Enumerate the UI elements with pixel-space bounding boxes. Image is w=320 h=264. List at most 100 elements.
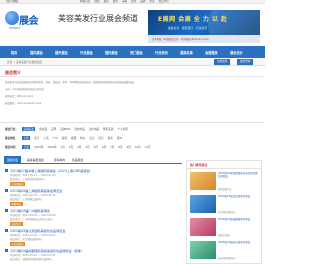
filter-option[interactable]: 7月 bbox=[110, 145, 114, 149]
nav-item[interactable]: 展会设计 bbox=[224, 50, 249, 55]
nav-item[interactable]: 热门展会 bbox=[124, 50, 149, 55]
nav-item[interactable]: 国外展会 bbox=[49, 50, 74, 55]
intro-line: 主办：xxxx美容美发化妆品行业协会 bbox=[5, 88, 45, 91]
filter-option[interactable]: 4月 bbox=[85, 145, 89, 149]
logo-globe-icon bbox=[5, 11, 19, 25]
filter-option[interactable]: 2023年 bbox=[34, 145, 43, 149]
nav-item-home[interactable]: 首页 bbox=[4, 50, 24, 55]
nav-item[interactable]: 国内展会 bbox=[24, 50, 49, 55]
recommend-item[interactable]: 2023第XX届杭州国际美博会 杭州国际博览中心 bbox=[190, 241, 260, 264]
filter-option[interactable]: 11月 bbox=[145, 145, 151, 149]
recommend-meta: 成都世纪城 bbox=[218, 234, 230, 237]
filter-option[interactable]: 1月 bbox=[61, 145, 65, 149]
exhibition-thumbnail[interactable] bbox=[190, 241, 216, 259]
nav-item[interactable]: 行业资讯 bbox=[149, 50, 174, 55]
filter-option[interactable]: 化妆品 bbox=[39, 127, 47, 131]
bullet-icon bbox=[5, 209, 8, 212]
intro-line: 展会服务：xxxx-xxxxxxxx-xxxx bbox=[5, 102, 42, 105]
filter-option[interactable]: 整形美容 bbox=[103, 127, 113, 131]
recommend-heading: 热门推荐展会 bbox=[190, 163, 208, 167]
status-badge: 展位预订 bbox=[10, 222, 23, 226]
main-nav: 首页 国内展会 国外展会 行业展会 国内展会 热门展会 行业资讯 展商名录 会展… bbox=[0, 46, 265, 58]
filter-label: 展会行业： bbox=[5, 128, 18, 131]
nav-item[interactable]: 会展服务 bbox=[199, 50, 224, 55]
status-badge: 正在招展中 bbox=[10, 182, 25, 186]
exhibition-list-panel: 展会列表 美容美发展会 即将举办 往届展会 2023第57届中国上海国际美博会（… bbox=[0, 156, 183, 264]
logo-text: 展会 bbox=[19, 16, 39, 27]
nav-item[interactable]: 国内展会 bbox=[99, 50, 124, 55]
header-banner[interactable]: E展网 会展 全 力 以 赴 展会信息 · 展位预订 · 行业资讯 关于E展 ·… bbox=[148, 10, 260, 43]
exhibition-thumbnail[interactable] bbox=[190, 218, 216, 236]
filter-row-region: 展会地区： 全部 北京 上海 广州 深圳 成都 杭州 武汉 南京 重庆 郑州 bbox=[5, 136, 122, 140]
recommend-title[interactable]: 2023第XX届深圳国际美容美发化妆品博览会 bbox=[218, 172, 260, 179]
list-item[interactable]: 2023第XX届上海国际美容美发博览会 举办时间：2023-06-09 — 20… bbox=[5, 188, 170, 207]
filter-row-time: 展会时间： 全部 2023年 2024年 1月 2月 3月 4月 5月 6月 7… bbox=[5, 145, 151, 149]
list-item[interactable]: 2023第XX届北京国际美容化妆品博览会 举办时间：2023-10-20 — 2… bbox=[5, 228, 170, 247]
list-item[interactable]: 2023第57届中国上海国际美博会（2023上海CIBE美博会） 举办时间：20… bbox=[5, 168, 170, 187]
exhibition-thumbnail[interactable] bbox=[190, 195, 216, 213]
status-badge: 即将举办 bbox=[10, 202, 23, 206]
breadcrumb-bar: 首页 > 美容美发行业展会频道 免费发布 展会查询 bbox=[0, 58, 265, 66]
site-logo[interactable]: 展会 ZHANHUI bbox=[5, 11, 55, 37]
recommend-meta: 武汉国际博览中心 bbox=[218, 211, 237, 214]
recommend-title[interactable]: 2023第XX届成都国际美博会 bbox=[218, 218, 260, 221]
filter-option[interactable]: 美体SPA bbox=[60, 127, 70, 131]
breadcrumb[interactable]: 首页 > 美容美发行业展会频道 bbox=[7, 60, 42, 64]
exhibition-venue: 展会地点：成都世纪城新国际会展中心 bbox=[10, 258, 53, 261]
recommend-meta: 杭州国际博览中心 bbox=[218, 257, 237, 260]
filter-option[interactable]: 日化用品 bbox=[89, 127, 99, 131]
filter-option[interactable]: 全部 bbox=[21, 136, 31, 140]
filter-option[interactable]: 2024年 bbox=[47, 145, 56, 149]
filter-row-industry: 展会行业： 美容美发 化妆品 美甲 美体SPA 洗护用品 日化用品 整形美容 个… bbox=[5, 127, 128, 131]
recommend-item[interactable]: 2023第XX届成都国际美博会 成都世纪城 bbox=[190, 218, 260, 243]
filter-option[interactable]: 广州 bbox=[53, 136, 58, 140]
list-item[interactable]: 2023第XX届广州国际美博会 举办时间：2023-09-04 — 2023-0… bbox=[5, 208, 170, 227]
tab-past[interactable]: 往届展会 bbox=[69, 156, 86, 164]
exhibition-thumbnail[interactable] bbox=[190, 172, 216, 190]
filter-option[interactable]: 全部 bbox=[21, 145, 31, 149]
filter-option[interactable]: 9月 bbox=[127, 145, 131, 149]
filter-option[interactable]: 北京 bbox=[34, 136, 39, 140]
filter-option[interactable]: 美容美发 bbox=[21, 127, 36, 131]
banner-subtext: 展会信息 · 展位预订 · 行业资讯 bbox=[168, 26, 207, 30]
filter-option[interactable]: 重庆 bbox=[108, 136, 113, 140]
filter-option[interactable]: 成都 bbox=[71, 136, 76, 140]
logo-subtext: ZHANHUI bbox=[9, 27, 21, 30]
page-title: 美容美发行业展会频道 bbox=[58, 14, 138, 23]
recommend-meta: 深圳会展中心 bbox=[218, 188, 232, 191]
filter-option[interactable]: 3月 bbox=[77, 145, 81, 149]
filter-option[interactable]: 洗护用品 bbox=[74, 127, 84, 131]
filter-option[interactable]: 郑州 bbox=[117, 136, 122, 140]
filter-label: 展会地区： bbox=[5, 137, 18, 140]
recommend-item[interactable]: 2023第XX届深圳国际美容美发化妆品博览会 深圳会展中心 bbox=[190, 172, 260, 197]
filter-option[interactable]: 深圳 bbox=[62, 136, 67, 140]
recommend-item[interactable]: 2023第XX届武汉国际美博会 武汉国际博览中心 bbox=[190, 195, 260, 220]
nav-item[interactable]: 展商名录 bbox=[174, 50, 199, 55]
filter-option[interactable]: 武汉 bbox=[89, 136, 94, 140]
filter-option[interactable]: 个人护理 bbox=[117, 127, 127, 131]
tab-beauty[interactable]: 美容美发展会 bbox=[24, 156, 47, 164]
search-exhibition-button[interactable]: 展会查询 bbox=[237, 59, 254, 65]
publish-button[interactable]: 免费发布 bbox=[214, 59, 231, 65]
nav-item[interactable]: 行业展会 bbox=[74, 50, 99, 55]
bullet-icon bbox=[5, 229, 8, 232]
filter-option[interactable]: 2月 bbox=[69, 145, 73, 149]
filter-option[interactable]: 6月 bbox=[102, 145, 106, 149]
filter-option[interactable]: 10月 bbox=[135, 145, 141, 149]
bullet-icon bbox=[5, 169, 8, 172]
filter-option[interactable]: 8月 bbox=[118, 145, 122, 149]
filter-option[interactable]: 上海 bbox=[43, 136, 48, 140]
list-item[interactable]: 2023第XX届成都国际美容美发化妆品博览会（春季） 举办时间：2023-03-… bbox=[5, 248, 170, 264]
exhibition-venue: 展会地点：广州中国进出口商品交易会 bbox=[10, 218, 53, 221]
filter-option[interactable]: 5月 bbox=[94, 145, 98, 149]
recommend-title[interactable]: 2023第XX届杭州国际美博会 bbox=[218, 241, 260, 244]
banner-slogan: E展网 会展 全 力 以 赴 bbox=[158, 16, 228, 23]
recommend-header: 热门推荐展会 bbox=[187, 161, 261, 169]
tab-list[interactable]: 展会列表 bbox=[4, 156, 22, 164]
filter-option[interactable]: 美甲 bbox=[51, 127, 56, 131]
filter-option[interactable]: 南京 bbox=[98, 136, 103, 140]
exhibition-venue: 展会地点：北京国际展览中心 bbox=[10, 238, 43, 241]
filter-option[interactable]: 杭州 bbox=[80, 136, 85, 140]
tab-upcoming[interactable]: 即将举办 bbox=[51, 156, 68, 164]
recommend-title[interactable]: 2023第XX届武汉国际美博会 bbox=[218, 195, 260, 198]
